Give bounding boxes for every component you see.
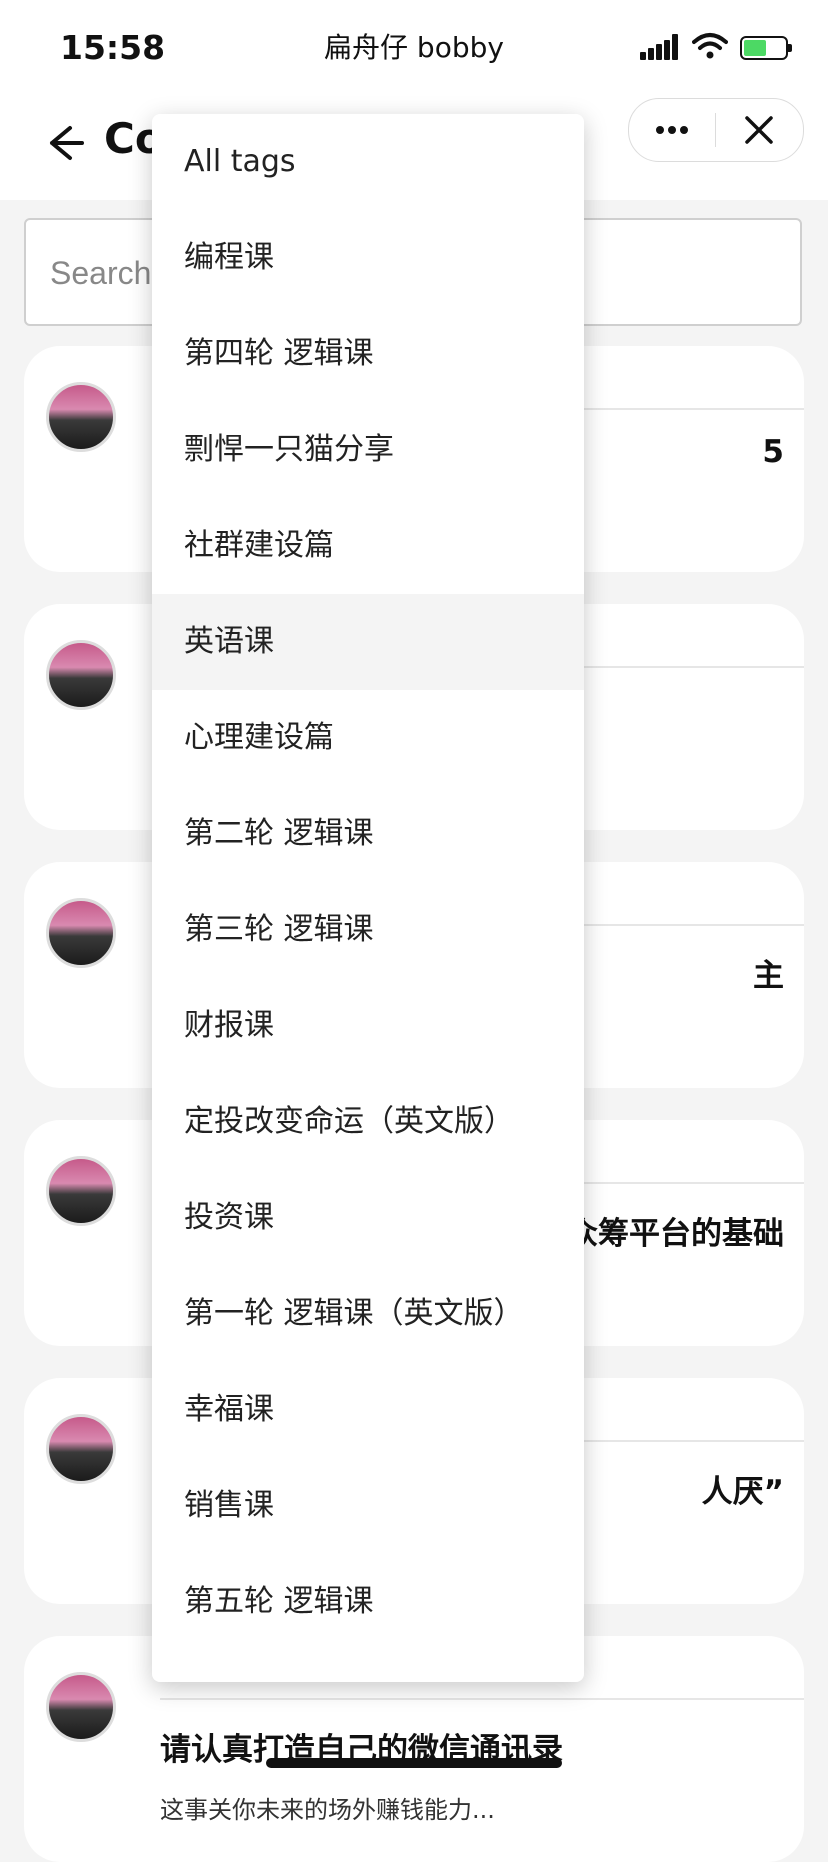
avatar	[46, 1414, 116, 1484]
mini-program-capsule	[628, 98, 804, 162]
dropdown-item[interactable]: 英语课	[152, 594, 584, 690]
card-desc: 这事关你未来的场外赚钱能力...	[160, 1796, 495, 1824]
close-icon[interactable]	[716, 99, 802, 161]
dropdown-item[interactable]: 第三轮 逻辑课	[152, 882, 584, 978]
avatar	[46, 1672, 116, 1742]
dropdown-item[interactable]: 第四轮 逻辑课	[152, 306, 584, 402]
dropdown-item[interactable]: 定投改变命运（英文版）	[152, 1074, 584, 1170]
back-arrow-icon[interactable]	[38, 118, 88, 168]
avatar	[46, 898, 116, 968]
dropdown-item[interactable]: All tags	[152, 114, 584, 210]
status-bar: 15:58 扁舟仔 bobby	[0, 0, 828, 90]
dropdown-item[interactable]: 投资课	[152, 1170, 584, 1266]
tag-dropdown-menu: All tags 编程课 第四轮 逻辑课 剽悍一只猫分享 社群建设篇 英语课 心…	[152, 114, 584, 1682]
signal-icon	[640, 34, 678, 60]
dropdown-item[interactable]: 销售课	[152, 1458, 584, 1554]
home-indicator	[266, 1758, 562, 1768]
dropdown-item[interactable]: 第五轮 逻辑课	[152, 1554, 584, 1650]
wifi-icon	[692, 33, 728, 59]
dropdown-item[interactable]: 财报课	[152, 978, 584, 1074]
dropdown-item[interactable]: 剽悍一只猫分享	[152, 402, 584, 498]
avatar	[46, 640, 116, 710]
status-icons	[640, 32, 792, 62]
avatar	[46, 382, 116, 452]
dropdown-item[interactable]: 幸福课	[152, 1362, 584, 1458]
avatar	[46, 1156, 116, 1226]
card-divider	[160, 1698, 804, 1700]
dropdown-item[interactable]: 编程课	[152, 210, 584, 306]
battery-icon	[740, 36, 792, 60]
dropdown-item[interactable]: 第一轮 逻辑课（英文版）	[152, 1266, 584, 1362]
more-dots-icon[interactable]	[629, 99, 715, 161]
dropdown-item[interactable]: 心理建设篇	[152, 690, 584, 786]
dropdown-item[interactable]: 社群建设篇	[152, 498, 584, 594]
dropdown-item[interactable]: 第二轮 逻辑课	[152, 786, 584, 882]
